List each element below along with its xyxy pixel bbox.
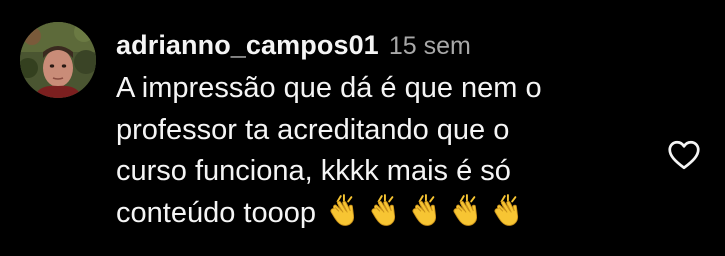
comment-text-segment: conteúdo tooop [116,196,316,229]
like-button[interactable] [665,137,703,173]
comment-timestamp: 15 sem [388,32,471,60]
clapping-hands-icon [330,193,354,226]
clapping-hands-icon [494,193,518,226]
comment-text: A impressão que dá é que nem o professor… [116,68,656,234]
comment-text-line-with-emoji: conteúdo tooop [116,193,656,235]
clapping-hands-icon [371,193,395,226]
clapping-hands-icon [453,193,477,226]
clap-emoji-group [316,193,526,229]
comment-text-line: curso funciona, kkkk mais é só [116,155,511,187]
comment-text-line: professor ta acreditando que o [116,113,510,146]
username-link[interactable]: adrianno_campos01 [116,30,379,61]
comment-item: adrianno_campos01 15 sem A impressão que… [0,0,725,256]
avatar-photo [20,22,96,98]
comment-header: adrianno_campos01 15 sem [116,30,471,64]
clapping-hands-icon [412,193,436,226]
heart-outline-icon [668,140,700,170]
avatar[interactable] [20,22,96,98]
comment-text-line: A impressão que dá é que nem o [116,72,542,104]
